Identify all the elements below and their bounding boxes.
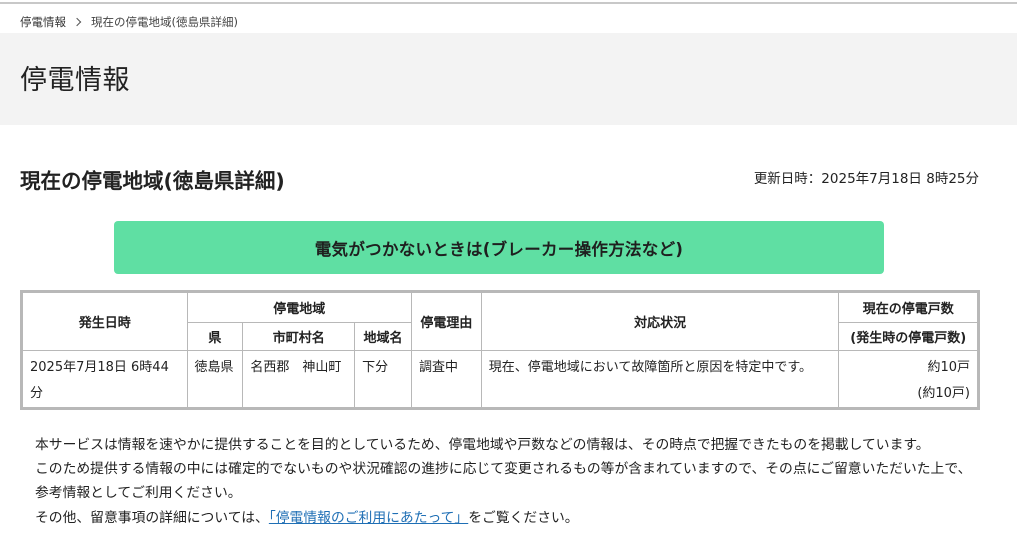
breaker-guide-button[interactable]: 電気がつかないときは(ブレーカー操作方法など) [114,221,884,274]
breadcrumb-home-link[interactable]: 停電情報 [20,14,66,30]
header-area-group: 停電地域 [186,291,412,323]
top-rule [0,2,1017,4]
breadcrumb: 停電情報 現在の停電地域(徳島県詳細) [20,14,238,30]
note-line-3: その他、留意事項の詳細については、「停電情報のご利用にあたって」をご覧ください。 [35,506,975,530]
cell-prefecture: 徳島県 [186,350,244,409]
header-count-current: 現在の停電戸数 [838,291,979,323]
count-current: 約10戸 [927,360,970,375]
outage-table: 発生日時 停電地域 停電理由 対応状況 現在の停電戸数 県 市町村名 地域名 (… [20,290,980,410]
note-line-1: 本サービスは情報を速やかに提供することを目的としているため、停電地域や戸数などの… [35,437,930,453]
header-prefecture: 県 [186,322,244,351]
notes: 本サービスは情報を速やかに提供することを目的としているため、停電地域や戸数などの… [35,433,975,530]
page-header: 停電情報 [0,33,1017,125]
note-line-3-prefix: その他、留意事項の詳細については、 [35,509,269,526]
note-line-2: このため提供する情報の中には確定的でないものや状況確認の進捗に応じて変更されるも… [35,461,972,502]
table-row: 2025年7月18日 6時44分 徳島県 名西郡 神山町 下分 調査中 現在、停… [21,350,979,409]
updated-timestamp: 更新日時：2025年7月18日 8時25分 [753,171,979,187]
header-area: 地域名 [354,322,412,351]
usage-notes-link[interactable]: 「停電情報のご利用にあたって」 [269,510,468,526]
header-reason: 停電理由 [410,291,482,351]
header-date: 発生日時 [21,291,188,351]
header-city: 市町村名 [242,322,356,351]
header-count-initial: (発生時の停電戸数) [838,322,979,351]
count-initial: (約10戸) [917,386,970,401]
note-line-3-suffix: をご覧ください。 [468,509,579,526]
page-title: 停電情報 [20,65,130,96]
cell-city: 名西郡 神山町 [242,350,356,409]
breadcrumb-current: 現在の停電地域(徳島県詳細) [91,15,238,29]
cell-area: 下分 [354,350,412,409]
chevron-right-icon [74,18,82,26]
section-title: 現在の停電地域(徳島県詳細) [20,169,285,193]
cell-date: 2025年7月18日 6時44分 [21,350,188,409]
cell-reason: 調査中 [410,350,482,409]
cell-count: 約10戸 (約10戸) [838,350,979,409]
cell-status: 現在、停電地域において故障箇所と原因を特定中です。 [480,350,840,409]
header-status: 対応状況 [480,291,840,351]
